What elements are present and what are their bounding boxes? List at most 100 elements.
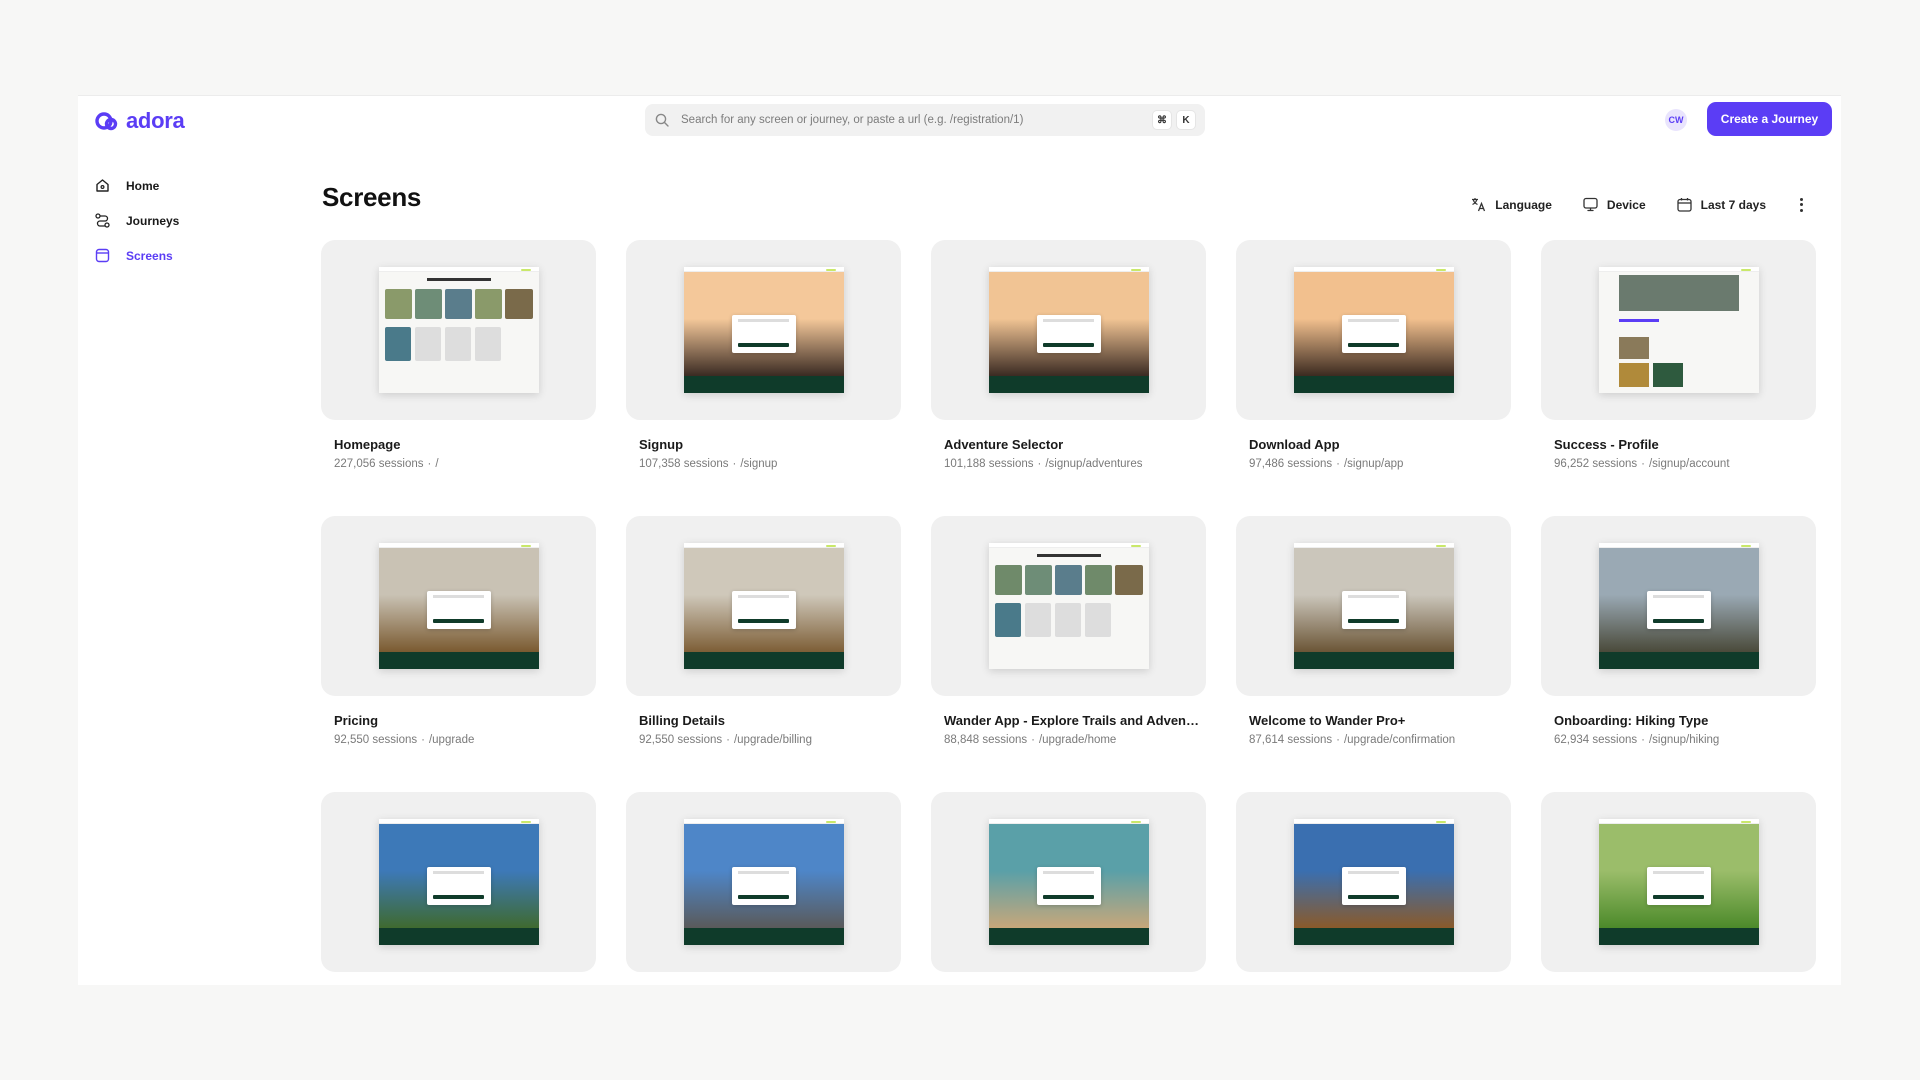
screen-thumbnail[interactable] [626,240,901,420]
screen-path: /signup [740,458,778,470]
screen-path: /signup/account [1648,458,1730,470]
screen-path: /upgrade [428,734,475,746]
screen-title: Welcome to Wander Pro+ [1249,713,1406,728]
screen-preview-image [1598,819,1759,945]
meta-separator: · [1336,734,1340,746]
screen-thumbnail[interactable] [1236,516,1511,696]
screen-thumbnail[interactable] [626,516,901,696]
screen-preview-image [683,543,844,669]
sidebar-item-journeys[interactable]: Journeys [94,203,294,238]
user-avatar[interactable]: CW [1665,109,1687,131]
screen-thumbnail[interactable] [1236,240,1511,420]
screen-thumbnail[interactable] [1236,792,1511,972]
screen-meta: 87,614 sessions ·/upgrade/confirmation [1249,734,1511,746]
screen-card[interactable]: Adventure Selector 101,188 sessions ·/sign… [931,240,1206,470]
screen-meta: 107,358 sessions ·/signup [639,458,901,470]
screen-thumbnail[interactable] [931,516,1206,696]
screen-title: Wander App - Explore Trails and Adventur… [944,713,1199,728]
screen-preview-image [1293,267,1454,393]
screen-preview-image [683,267,844,393]
screen-meta: 62,934 sessions ·/signup/hiking [1554,734,1816,746]
screen-preview-image [988,267,1149,393]
device-filter[interactable]: Device [1582,196,1646,213]
meta-separator: · [427,458,432,470]
page-title: Screens [322,182,422,212]
search-icon [655,113,669,127]
sidebar-item-label: Home [126,178,160,193]
adora-logo[interactable]: adora [94,108,185,134]
screen-thumbnail[interactable] [931,240,1206,420]
screen-path: / [435,458,439,470]
screen-path: /upgrade/confirmation [1343,734,1456,746]
shortcut-k-key: K [1177,111,1195,129]
screen-card[interactable] [626,792,901,985]
screen-card[interactable]: Wander App - Explore Trails and Adventur… [931,516,1206,746]
screen-thumbnail[interactable] [1541,240,1816,420]
sidebar-item-screens[interactable]: Screens [94,238,294,273]
more-options-icon[interactable] [1796,197,1807,212]
screen-title: Homepage [334,437,401,452]
date-range-filter[interactable]: Last 7 days [1676,196,1766,213]
screen-preview-image [683,819,844,945]
screen-card[interactable]: Welcome to Wander Pro+ 87,614 sessions ·/u… [1236,516,1511,746]
screen-meta: 92,550 sessions ·/upgrade [334,734,596,746]
screen-thumbnail[interactable] [321,516,596,696]
screen-thumbnail[interactable] [321,792,596,972]
screen-thumbnail[interactable] [1541,792,1816,972]
screen-title: Pricing [334,713,379,728]
screen-card[interactable]: Homepage 227,056 sessions · / [321,240,596,470]
sidebar-item-label: Journeys [126,213,180,228]
screen-preview-image [1293,543,1454,669]
screen-path: /upgrade/billing [733,734,812,746]
session-count: 227,056 sessions [334,458,424,470]
screen-card[interactable] [1236,792,1511,985]
screen-card[interactable]: Pricing 92,550 sessions ·/upgrade [321,516,596,746]
screen-card[interactable]: Billing Details 92,550 sessions ·/upgrade/… [626,516,901,746]
filter-bar: Language Device Last 7 days [1470,196,1807,213]
shortcut-cmd-key: ⌘ [1153,111,1171,129]
journeys-icon [94,212,111,229]
language-filter-label: Language [1495,197,1552,212]
session-count: 101,188 sessions [944,458,1034,470]
create-journey-button[interactable]: Create a Journey [1707,102,1832,136]
screen-card[interactable] [1541,792,1816,985]
date-range-label: Last 7 days [1700,197,1766,212]
screen-card[interactable] [931,792,1206,985]
search-input[interactable] [681,114,1147,126]
session-count: 62,934 sessions [1554,734,1638,746]
screen-preview-image [988,819,1149,945]
meta-separator: · [1641,458,1645,470]
session-count: 97,486 sessions [1249,458,1333,470]
screen-thumbnail[interactable] [1541,516,1816,696]
translate-icon [1470,196,1487,213]
screens-grid: Homepage 227,056 sessions · / Signup 107,358 … [321,240,1816,985]
session-count: 96,252 sessions [1554,458,1638,470]
calendar-icon [1676,196,1693,213]
screen-card[interactable]: Success - Profile 96,252 sessions ·/signup… [1541,240,1816,470]
screen-thumbnail[interactable] [931,792,1206,972]
session-count: 88,848 sessions [944,734,1028,746]
session-count: 92,550 sessions [639,734,723,746]
screen-thumbnail[interactable] [626,792,901,972]
screen-card[interactable]: Download App 97,486 sessions ·/signup/app [1236,240,1511,470]
sidebar-item-home[interactable]: Home [94,168,294,203]
screen-path: /signup/hiking [1648,734,1720,746]
screen-card[interactable]: Onboarding: Hiking Type 62,934 sessions · /… [1541,516,1816,746]
app-window: adora ⌘ K CW Create a Journey Home Journ… [78,95,1841,985]
search-bar[interactable]: ⌘ K [645,104,1205,136]
session-count: 92,550 sessions [334,734,418,746]
screen-preview-image [1293,819,1454,945]
sidebar-nav: Home Journeys Screens [94,168,294,273]
screen-path: /signup/adventures [1045,458,1143,470]
screen-card[interactable]: Signup 107,358 sessions ·/signup [626,240,901,470]
meta-separator: · [726,734,730,746]
screen-thumbnail[interactable] [321,240,596,420]
language-filter[interactable]: Language [1470,196,1552,213]
screen-meta: 97,486 sessions ·/signup/app [1249,458,1511,470]
device-filter-label: Device [1606,197,1646,212]
adora-logo-icon [94,108,120,134]
meta-separator: · [1031,734,1035,746]
screen-card[interactable] [321,792,596,985]
meta-separator: · [732,458,737,470]
screen-title: Success - Profile [1554,437,1659,452]
